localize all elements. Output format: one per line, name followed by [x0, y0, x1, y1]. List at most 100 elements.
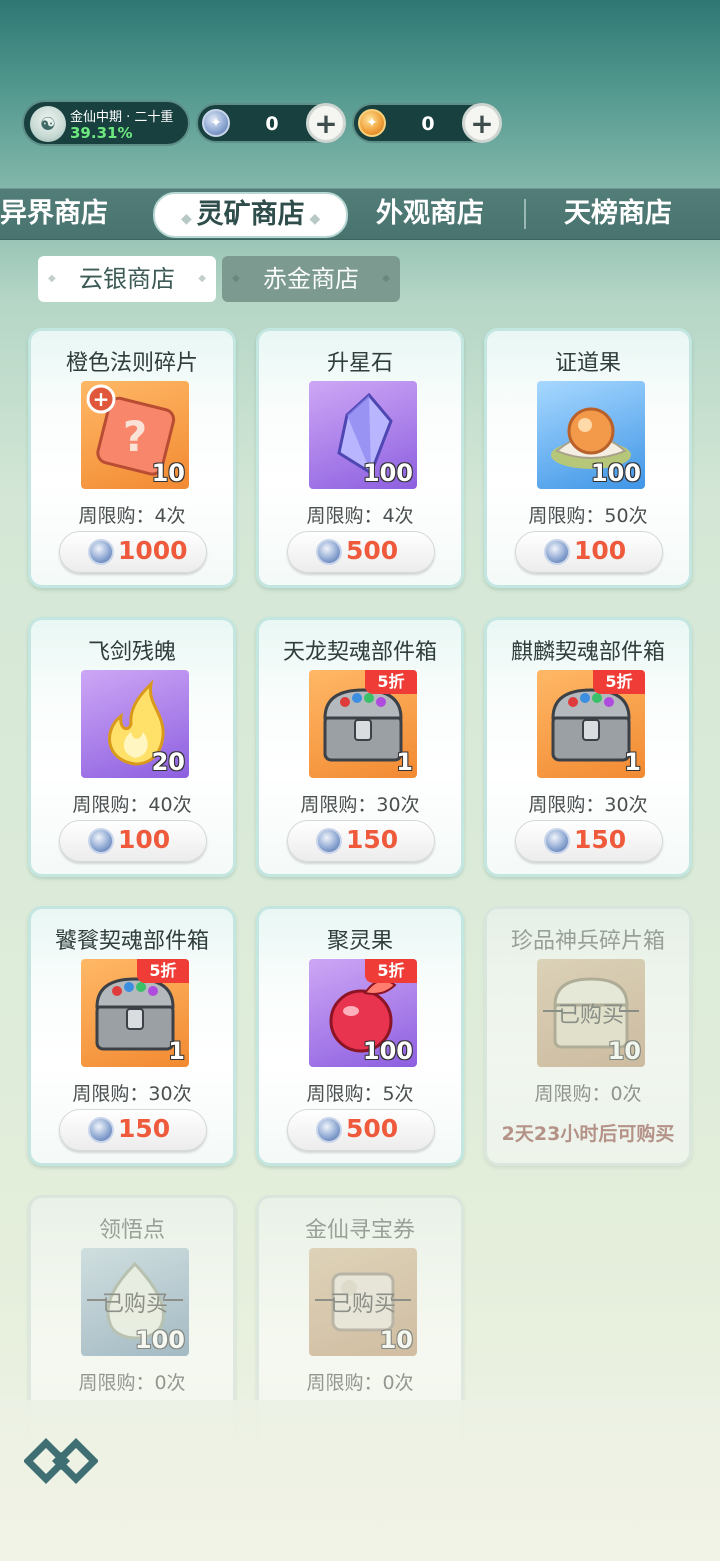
item-image: 5折 100	[309, 959, 417, 1067]
silver-coin-icon	[88, 1117, 114, 1143]
item-name: 天龙契魂部件箱	[282, 640, 437, 665]
dot-icon: ◆	[198, 273, 206, 284]
shop-item-card[interactable]: 聚灵果 5折 100 周限购：5次 500	[256, 906, 464, 1166]
item-quantity: 100	[134, 1326, 185, 1354]
buy-button[interactable]: 150	[515, 820, 663, 862]
dot-icon: ◆	[382, 273, 390, 284]
add-silver-button[interactable]: +	[306, 103, 346, 143]
plus-icon: +	[470, 106, 494, 140]
silver-coin-icon	[316, 828, 342, 854]
logo-icon[interactable]	[24, 1432, 98, 1490]
item-quantity: 10	[379, 1326, 413, 1354]
silver-coin-icon	[88, 828, 114, 854]
item-name: 证道果	[554, 351, 621, 376]
price: 150	[118, 1114, 171, 1143]
avatar: ☯	[30, 106, 66, 142]
subtab-label: 云银商店	[79, 265, 175, 293]
tab-ranking-shop[interactable]: 天榜商店	[564, 189, 672, 239]
plus-icon: +	[314, 106, 338, 140]
restock-timer: 2天23小时后可购买	[501, 1123, 675, 1145]
weekly-limit: 周限购：5次	[306, 1083, 414, 1105]
item-name: 金仙寻宝券	[304, 1218, 415, 1243]
tab-dot-icon: ◆	[304, 211, 321, 227]
item-image: 100	[309, 381, 417, 489]
dot-icon: ◆	[48, 273, 56, 284]
item-quantity: 100	[362, 459, 413, 487]
realm-status[interactable]: ☯ 金仙中期 · 二十重 39.31%	[22, 100, 190, 146]
buy-button[interactable]: 150	[287, 820, 435, 862]
item-name: 饕餮契魂部件箱	[54, 929, 209, 954]
price: 500	[346, 536, 399, 565]
shop-item-card[interactable]: 飞剑残魄 20 周限购：40次 100	[28, 617, 236, 877]
weekly-limit: 周限购：30次	[300, 794, 420, 816]
item-image: 5折 1	[537, 670, 645, 778]
shop-item-card[interactable]: 天龙契魂部件箱 5折 1 周限购：30次 150	[256, 617, 464, 877]
buy-button[interactable]: 100	[59, 820, 207, 862]
sold-out-label: 已购买	[101, 1292, 168, 1317]
buy-button[interactable]: 1000	[59, 531, 207, 573]
silver-coin-icon	[316, 539, 342, 565]
price: 150	[346, 825, 399, 854]
item-image: ? + 10	[81, 381, 189, 489]
gold-coin-icon: ✦	[358, 109, 386, 137]
tab-otherworld-shop[interactable]: 异界商店	[0, 189, 108, 239]
tab-appearance-shop[interactable]: 外观商店	[376, 189, 484, 239]
silver-coin-icon	[544, 539, 570, 565]
tab-divider	[524, 199, 526, 229]
silver-coin-icon	[88, 539, 114, 565]
item-name: 升星石	[326, 351, 393, 376]
sold-out-label: 已购买	[557, 1003, 624, 1028]
weekly-limit: 周限购：50次	[528, 505, 648, 527]
silver-coin-icon	[544, 828, 570, 854]
discount-badge: 5折	[137, 959, 189, 983]
subtab-red-gold[interactable]: ◆ 赤金商店 ◆	[222, 256, 400, 302]
silver-coin-icon	[316, 1117, 342, 1143]
item-quantity: 10	[151, 459, 185, 487]
weekly-limit: 周限购：0次	[78, 1372, 186, 1394]
item-name: 领悟点	[98, 1218, 165, 1243]
item-quantity: 1	[168, 1037, 185, 1065]
discount-badge: 5折	[365, 959, 417, 983]
subtab-label: 赤金商店	[263, 265, 359, 293]
item-quantity: 20	[151, 748, 185, 776]
weekly-limit: 周限购：30次	[528, 794, 648, 816]
shop-item-card[interactable]: 升星石 100 周限购：4次 500	[256, 328, 464, 588]
stamp-line	[163, 1299, 183, 1301]
item-image: 5折 1	[81, 959, 189, 1067]
buy-button[interactable]: 150	[59, 1109, 207, 1151]
tab-spirit-mine-shop[interactable]: ◆ 灵矿商店 ◆	[153, 192, 349, 238]
item-name: 飞剑残魄	[87, 640, 176, 665]
price: 500	[346, 1114, 399, 1143]
buy-button[interactable]: 500	[287, 531, 435, 573]
silver-currency-pill: ✦ 0 +	[196, 103, 346, 143]
subtab-cloud-silver[interactable]: ◆ 云银商店 ◆	[38, 256, 216, 302]
item-image: 100	[537, 381, 645, 489]
gold-amount: 0	[421, 113, 435, 135]
item-image: 已购买 100	[81, 1248, 189, 1356]
item-name: 麒麟契魂部件箱	[510, 640, 665, 665]
item-name: 聚灵果	[326, 929, 393, 954]
shop-item-card[interactable]: 证道果 100 周限购：50次 100	[484, 328, 692, 588]
realm-label: 金仙中期 · 二十重	[70, 110, 174, 125]
silver-amount: 0	[265, 113, 279, 135]
realm-progress: 39.31%	[70, 124, 133, 142]
discount-badge: 5折	[593, 670, 645, 694]
shop-item-card[interactable]: 橙色法则碎片 ? + 10 周限购：4次 1000	[28, 328, 236, 588]
add-gold-button[interactable]: +	[462, 103, 502, 143]
tab-dot-icon: ◆	[181, 211, 197, 227]
item-quantity: 100	[362, 1037, 413, 1065]
item-name: 珍品神兵碎片箱	[510, 929, 665, 954]
silver-coin-icon: ✦	[202, 109, 230, 137]
price: 1000	[118, 536, 188, 565]
svg-text:?: ?	[123, 412, 147, 461]
item-image: 已购买 10	[309, 1248, 417, 1356]
price: 150	[574, 825, 627, 854]
item-quantity: 100	[590, 459, 641, 487]
shop-item-card-soldout: 珍品神兵碎片箱 已购买 10 周限购：0次 2天23小时后可购买	[484, 906, 692, 1166]
tab-label: 灵矿商店	[196, 199, 305, 230]
buy-button[interactable]: 500	[287, 1109, 435, 1151]
shop-item-card[interactable]: 饕餮契魂部件箱 5折 1 周限购：30次 150	[28, 906, 236, 1166]
item-quantity: 1	[624, 748, 641, 776]
shop-item-card[interactable]: 麒麟契魂部件箱 5折 1 周限购：30次 150	[484, 617, 692, 877]
buy-button[interactable]: 100	[515, 531, 663, 573]
